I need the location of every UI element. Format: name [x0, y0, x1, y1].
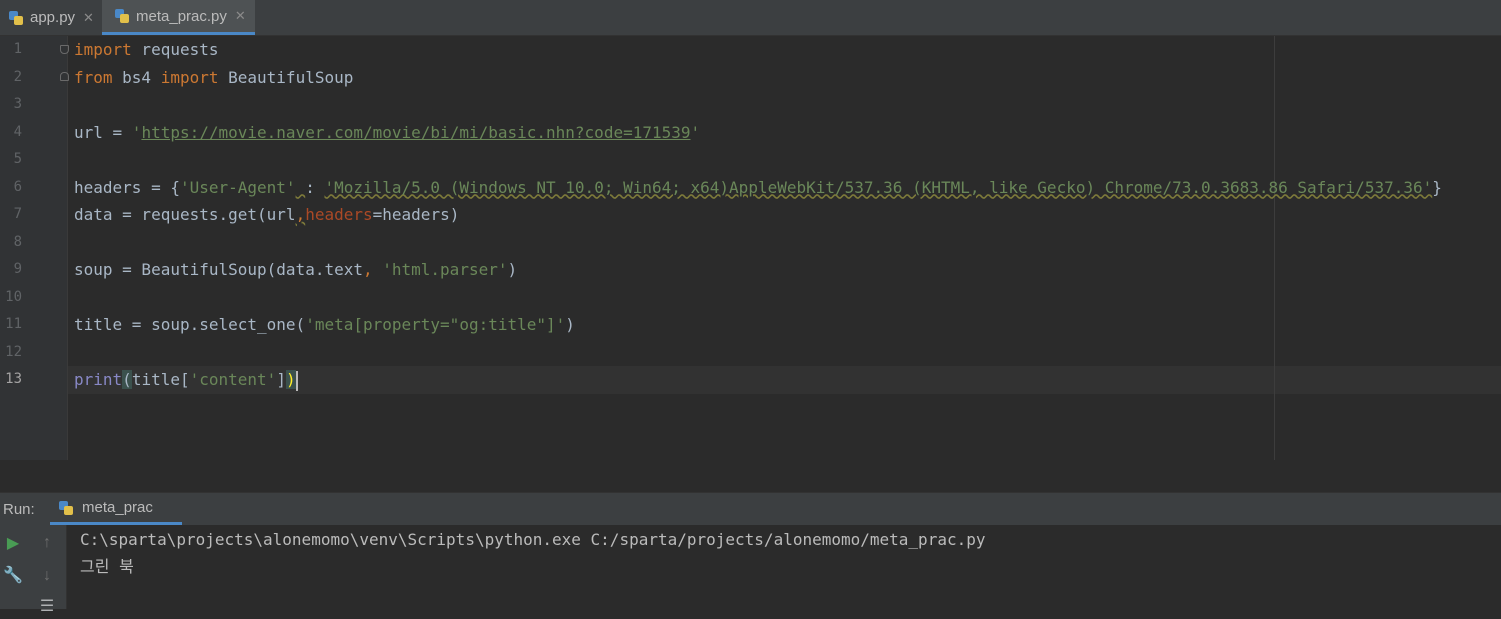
keyword: import: [74, 40, 132, 59]
tab-app-py[interactable]: app.py ✕: [0, 0, 102, 35]
code-text: bs4: [112, 67, 161, 87]
menu-icon[interactable]: ☰: [34, 593, 60, 619]
panel-splitter[interactable]: [0, 460, 1501, 492]
bracket-match: (: [122, 370, 132, 389]
code-text: title[: [131, 370, 190, 389]
run-panel-header: Run: meta_prac: [0, 492, 1501, 526]
right-margin-guide: [1274, 36, 1275, 460]
string: 'Mozilla/5.0 (Windows NT 10.0; Win64; x6…: [324, 177, 1433, 197]
url-string[interactable]: https://movie.naver.com/movie/bi/mi/basi…: [141, 123, 690, 142]
text-caret: [295, 370, 298, 391]
tab-label: meta_prac.py: [136, 7, 227, 25]
run-toolbar: ▶ 🔧 ↑ ↓ ☰: [0, 525, 67, 615]
code-text: ): [565, 315, 575, 334]
line-number: 9: [13, 261, 22, 277]
line-number: 11: [5, 316, 22, 332]
line-number-gutter: 1 2 3 4 5 6 7 8 9 10 11 12 13: [0, 36, 69, 460]
line-number: 3: [13, 96, 22, 112]
close-icon[interactable]: ✕: [235, 8, 246, 24]
run-icon[interactable]: ▶: [0, 530, 26, 556]
arrow-up-icon[interactable]: ↑: [34, 530, 60, 556]
code-line-1: import requests: [74, 36, 219, 64]
code-line-7: data = requests.get(url,headers=headers): [74, 201, 459, 229]
bracket-match: ): [285, 370, 296, 389]
code-line-9: soup = BeautifulSoup(data.text, 'html.pa…: [74, 256, 517, 284]
fold-marker-icon[interactable]: [60, 45, 69, 54]
code-line-2: from bs4 import BeautifulSoup: [74, 64, 353, 92]
run-tab-label: meta_prac: [82, 499, 153, 516]
code-line-11: title = soup.select_one('meta[property="…: [74, 311, 575, 339]
code-line-4: url = 'https://movie.naver.com/movie/bi/…: [74, 119, 700, 147]
keyword: import: [160, 67, 219, 87]
comma: ,: [295, 205, 306, 224]
code-text: BeautifulSoup: [218, 67, 354, 87]
string: 'User-Agent': [179, 177, 296, 197]
code-editor[interactable]: 1 2 3 4 5 6 7 8 9 10 11 12 13 import req…: [0, 36, 1501, 460]
close-icon[interactable]: ✕: [83, 10, 94, 26]
line-number-current: 13: [5, 371, 22, 387]
string: 'meta[property="og:title"]': [305, 315, 566, 334]
run-tab-meta-prac[interactable]: meta_prac: [50, 493, 182, 525]
line-number: 12: [5, 343, 22, 360]
arrow-down-icon[interactable]: ↓: [34, 563, 60, 589]
code-text: ): [507, 260, 518, 279]
code-text: headers = {: [74, 177, 180, 197]
run-label: Run:: [3, 501, 35, 518]
fold-marker-icon[interactable]: [60, 72, 69, 81]
console-line: 그린 북: [80, 557, 134, 576]
string: 'html.parser': [382, 260, 508, 279]
code-line-6: headers = {'User-Agent' : 'Mozilla/5.0 (…: [74, 174, 1442, 202]
builtin-function: print: [74, 370, 123, 389]
code-text: }: [1432, 177, 1442, 197]
code-text: soup = BeautifulSoup(data.text: [74, 260, 363, 279]
python-file-icon: [8, 10, 24, 26]
tab-label: app.py: [30, 9, 76, 26]
line-number: 10: [5, 288, 22, 305]
editor-tab-bar: app.py ✕ meta_prac.py ✕: [0, 0, 1501, 36]
python-file-icon: [58, 500, 74, 516]
wrench-icon[interactable]: 🔧: [0, 562, 26, 588]
line-number: 5: [13, 151, 22, 167]
python-file-icon: [114, 8, 130, 24]
line-number: 6: [13, 178, 22, 195]
code-text: title = soup.select_one(: [74, 315, 306, 334]
code-text: url =: [74, 122, 132, 142]
line-number: 8: [13, 233, 22, 250]
code-text: requests: [131, 40, 219, 59]
string-quote: ': [690, 122, 701, 142]
code-text: data = requests.get(url: [74, 205, 296, 224]
code-line-13: print(title['content']): [74, 366, 298, 394]
tab-meta-prac-py[interactable]: meta_prac.py ✕: [102, 0, 255, 35]
code-text: :: [305, 177, 325, 197]
string-quote: ': [131, 122, 142, 142]
line-number: 2: [13, 68, 22, 85]
line-number: 1: [13, 41, 22, 57]
code-text: =headers): [372, 205, 460, 224]
parameter: headers: [305, 205, 373, 224]
line-number: 4: [13, 123, 22, 140]
code-text: ]: [276, 370, 286, 389]
line-number: 7: [13, 206, 22, 222]
string: 'content': [189, 370, 277, 389]
console-line: C:\sparta\projects\alonemomo\venv\Script…: [80, 530, 986, 549]
console-output[interactable]: C:\sparta\projects\alonemomo\venv\Script…: [67, 525, 1501, 609]
keyword: from: [74, 67, 113, 87]
comma: ,: [362, 260, 383, 279]
